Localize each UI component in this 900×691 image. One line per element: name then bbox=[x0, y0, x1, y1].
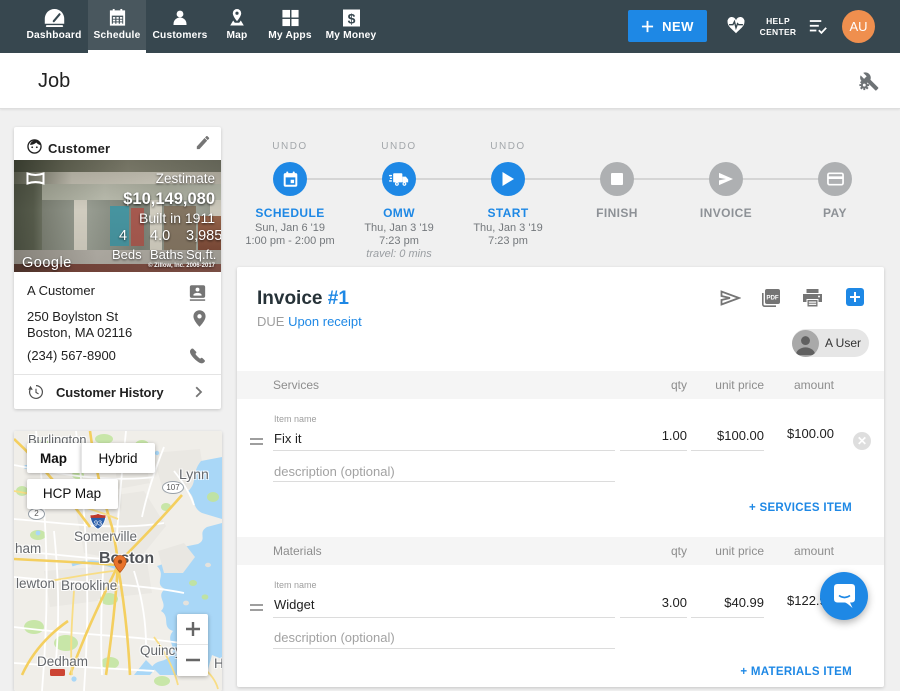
svg-text:93: 93 bbox=[94, 519, 102, 528]
svg-text:$: $ bbox=[347, 10, 355, 26]
svg-text:PDF: PDF bbox=[766, 295, 779, 302]
